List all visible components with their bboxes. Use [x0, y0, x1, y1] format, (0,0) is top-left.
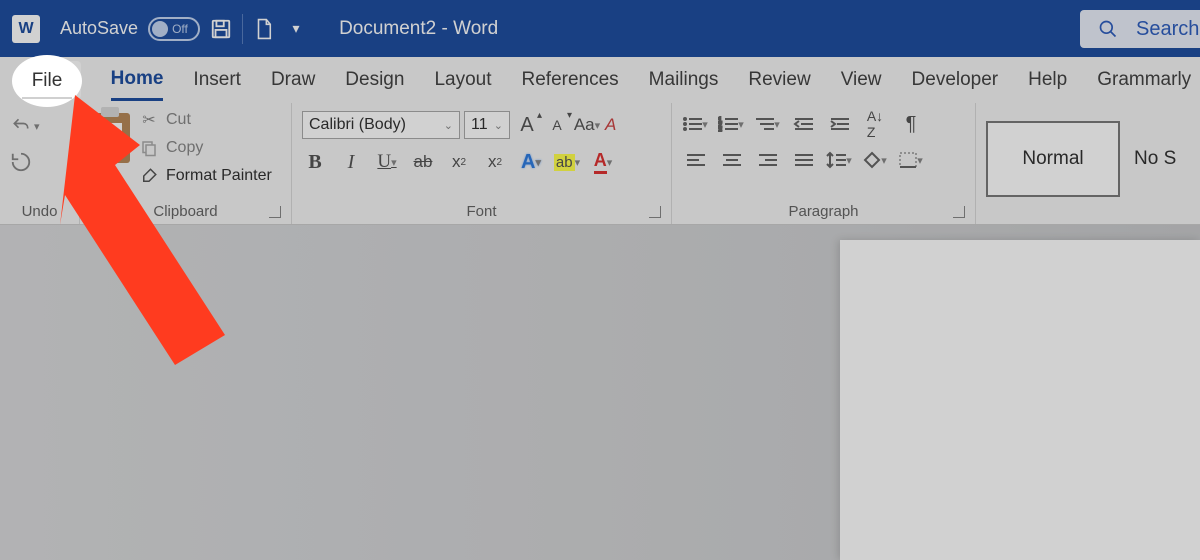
ribbon-tabs: File Home Insert Draw Design Layout Refe… [0, 57, 1200, 103]
font-name-value: Calibri (Body) [309, 116, 406, 134]
multilevel-list-button[interactable]: ▾ [754, 111, 780, 137]
chevron-down-icon: ⌄ [494, 119, 503, 132]
tutorial-spotlight-file[interactable]: File [12, 55, 82, 107]
tab-review[interactable]: Review [748, 61, 810, 99]
tab-home[interactable]: Home [111, 60, 164, 101]
tab-draw[interactable]: Draw [271, 61, 315, 99]
italic-button[interactable]: I [338, 149, 364, 175]
document-icon[interactable] [253, 18, 275, 40]
dialog-launcher-icon[interactable] [269, 206, 281, 218]
decrease-font-icon[interactable]: A▾ [544, 112, 570, 138]
align-center-button[interactable] [718, 147, 744, 173]
group-label-font: Font [302, 203, 661, 222]
undo-button[interactable]: ▾ [10, 115, 40, 137]
tab-layout[interactable]: Layout [434, 61, 491, 99]
highlight-button[interactable]: ab▾ [554, 149, 580, 175]
align-right-button[interactable] [754, 147, 780, 173]
document-title: Document2 - Word [339, 18, 498, 40]
chevron-down-icon[interactable]: ▾ [34, 120, 40, 133]
paintbrush-icon [138, 165, 160, 187]
autosave-label: AutoSave [60, 18, 138, 39]
toggle-knob [152, 21, 168, 37]
borders-button[interactable]: ▾ [898, 147, 924, 173]
autosave-state: Off [172, 22, 188, 36]
font-color-button[interactable]: A▾ [590, 149, 616, 175]
group-clipboard: ✂ Cut Copy Format Painter Clipboard [80, 103, 292, 224]
format-painter-button[interactable]: Format Painter [138, 165, 272, 187]
title-bar: W AutoSave Off ▾ Document2 - Word Search [0, 0, 1200, 57]
paste-button[interactable] [90, 113, 130, 163]
style-normal[interactable]: Normal [986, 121, 1120, 197]
superscript-button[interactable]: x2 [482, 149, 508, 175]
bold-button[interactable]: B [302, 149, 328, 175]
tab-design[interactable]: Design [345, 61, 404, 99]
tab-grammarly[interactable]: Grammarly [1097, 61, 1191, 99]
word-app-icon: W [12, 15, 40, 43]
change-case-icon[interactable]: Aa▾ [574, 112, 600, 138]
spotlight-label: File [32, 70, 63, 92]
justify-button[interactable] [790, 147, 816, 173]
format-painter-label: Format Painter [166, 167, 272, 185]
subscript-button[interactable]: x2 [446, 149, 472, 175]
search-icon [1098, 19, 1118, 39]
copy-icon [138, 137, 160, 159]
group-label-undo: Undo [10, 203, 69, 222]
cut-button[interactable]: ✂ Cut [138, 109, 272, 131]
bullets-button[interactable]: ▾ [682, 111, 708, 137]
copy-button[interactable]: Copy [138, 137, 272, 159]
show-paragraph-marks-button[interactable]: ¶ [898, 111, 924, 137]
autosave-control[interactable]: AutoSave Off [60, 17, 200, 41]
scissors-icon: ✂ [138, 109, 160, 131]
increase-indent-button[interactable] [826, 111, 852, 137]
underline-button[interactable]: U▾ [374, 149, 400, 175]
group-paragraph: ▾ 123▾ ▾ A↓Z ¶ ▾ ▾ ▾ Paragraph [672, 103, 976, 224]
text-effects-button[interactable]: A▾ [518, 149, 544, 175]
shading-button[interactable]: ▾ [862, 147, 888, 173]
undo-icon [10, 115, 32, 137]
redo-button[interactable] [10, 151, 32, 173]
group-styles: Normal No S [976, 103, 1200, 224]
tab-view[interactable]: View [841, 61, 882, 99]
style-no-spacing[interactable]: No S [1134, 148, 1184, 170]
font-size-combo[interactable]: 11 ⌄ [464, 111, 510, 139]
decrease-indent-button[interactable] [790, 111, 816, 137]
group-undo: ▾ Undo [0, 103, 80, 224]
ribbon: ▾ Undo ✂ Cut Copy Format [0, 103, 1200, 225]
strikethrough-button[interactable]: ab [410, 149, 436, 175]
quick-access-dropdown-icon[interactable]: ▾ [285, 18, 307, 40]
tab-developer[interactable]: Developer [912, 61, 999, 99]
autosave-toggle[interactable]: Off [148, 17, 200, 41]
tab-mailings[interactable]: Mailings [649, 61, 719, 99]
numbering-button[interactable]: 123▾ [718, 111, 744, 137]
dialog-launcher-icon[interactable] [649, 206, 661, 218]
search-box[interactable]: Search [1080, 10, 1200, 48]
group-font: Calibri (Body)⌄ 11⌄ A▴ A▾ Aa▾ A⃠ B I U▾ … [292, 103, 672, 224]
font-name-combo[interactable]: Calibri (Body) ⌄ [302, 111, 460, 139]
line-spacing-button[interactable]: ▾ [826, 147, 852, 173]
tab-insert[interactable]: Insert [193, 61, 241, 99]
copy-label: Copy [166, 139, 203, 157]
separator [242, 14, 243, 44]
svg-text:3: 3 [718, 127, 722, 132]
redo-icon [10, 151, 32, 173]
dialog-launcher-icon[interactable] [953, 206, 965, 218]
tab-references[interactable]: References [522, 61, 619, 99]
align-left-button[interactable] [682, 147, 708, 173]
sort-button[interactable]: A↓Z [862, 111, 888, 137]
save-icon[interactable] [210, 18, 232, 40]
group-label-paragraph: Paragraph [682, 203, 965, 222]
clear-formatting-icon[interactable]: A⃠ [604, 112, 630, 138]
group-label-clipboard: Clipboard [90, 203, 281, 222]
cut-label: Cut [166, 111, 191, 129]
increase-font-icon[interactable]: A▴ [514, 112, 540, 138]
tab-help[interactable]: Help [1028, 61, 1067, 99]
document-page[interactable] [840, 240, 1200, 560]
font-size-value: 11 [471, 116, 488, 134]
search-placeholder: Search [1136, 18, 1199, 41]
chevron-down-icon: ⌄ [444, 119, 453, 132]
